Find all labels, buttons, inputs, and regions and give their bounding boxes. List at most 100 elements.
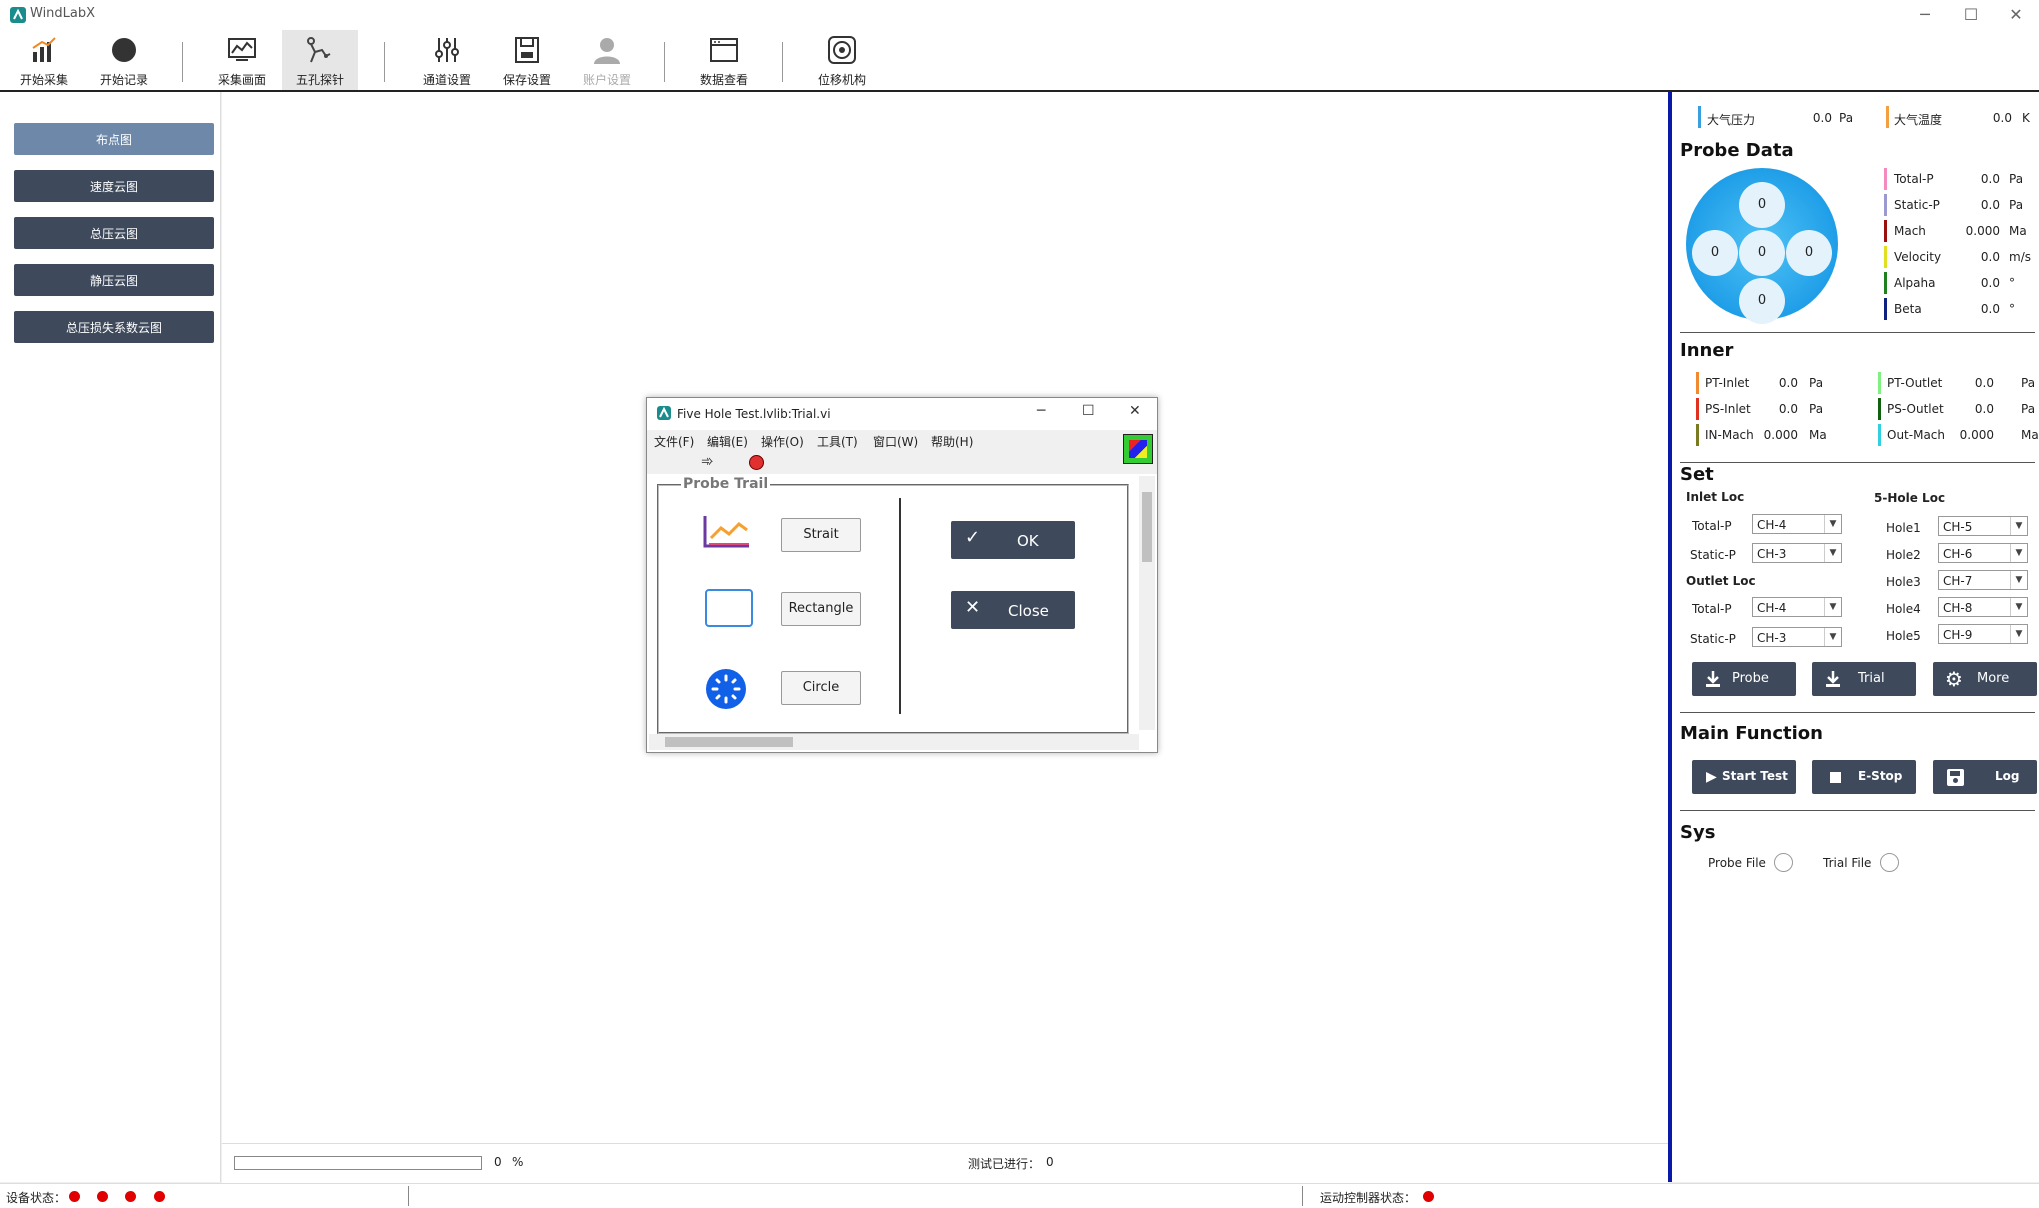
monitor-chart-icon [228, 38, 256, 61]
atm-temperature-value: 0.0 [1992, 111, 2012, 125]
log-button[interactable]: Log [1933, 760, 2037, 794]
inlet-loc-title: Inlet Loc [1686, 490, 1745, 504]
probe-data-title: Probe Data [1680, 140, 1794, 161]
hole4-select[interactable]: CH-8 ▼ [1938, 597, 2028, 617]
toolbar-start-acquire[interactable]: 开始采集 [6, 30, 82, 90]
toolbar-start-record[interactable]: 开始记录 [86, 30, 162, 90]
app-logo-icon [10, 7, 26, 23]
outlet-total-p-select[interactable]: CH-4 ▼ [1752, 597, 1842, 617]
chevron-down-icon: ▼ [1824, 515, 1841, 533]
abort-icon[interactable] [749, 455, 764, 470]
probe-hole-top: 0 [1739, 182, 1785, 228]
start-test-button[interactable]: ▶ Start Test [1692, 760, 1796, 794]
nav-layout-plot[interactable]: 布点图 [14, 123, 214, 155]
pv-bar-static-p [1884, 194, 1887, 216]
inner-value-pt-outlet: 0.0 [1974, 376, 1994, 390]
pv-value-total-p: 0.0 [1980, 172, 2000, 186]
pv-unit-static-p: Pa [2009, 198, 2024, 212]
trial-file-radio[interactable] [1880, 853, 1899, 872]
chevron-down-icon: ▼ [1824, 628, 1841, 646]
toolbar-five-hole-probe[interactable]: 五孔探针 [282, 30, 358, 90]
ok-button[interactable]: ✓ OK [951, 521, 1075, 559]
scroll-thumb[interactable] [1142, 492, 1152, 562]
hole5-select[interactable]: CH-9 ▼ [1938, 624, 2028, 644]
toolbar-channel-settings[interactable]: 通道设置 [409, 30, 485, 90]
nav-static-pressure-contour[interactable]: 静压云图 [14, 264, 214, 296]
inner-value-ps-outlet: 0.0 [1974, 402, 1994, 416]
menu-file[interactable]: 文件(F) [654, 433, 694, 450]
hole3-select[interactable]: CH-7 ▼ [1938, 570, 2028, 590]
download-icon [1706, 671, 1720, 687]
close-window-button[interactable]: ✕ [1993, 2, 2039, 28]
select-value: CH-3 [1757, 547, 1787, 561]
minimize-button[interactable]: ─ [1902, 2, 1948, 28]
toolbar-capture-view[interactable]: 采集画面 [204, 30, 280, 90]
probe-file-radio[interactable] [1774, 853, 1793, 872]
inlet-total-p-select[interactable]: CH-4 ▼ [1752, 514, 1842, 534]
bar-chart-icon [32, 37, 56, 62]
pv-unit-total-p: Pa [2009, 172, 2024, 186]
dialog-content: Probe Trail Strait Rectangle Circle ✓ OK… [649, 476, 1135, 734]
maximize-button[interactable]: ☐ [1948, 2, 1994, 28]
rectangle-button[interactable]: Rectangle [781, 592, 861, 626]
rectangle-icon [705, 589, 753, 627]
device-status-dot [125, 1191, 136, 1202]
device-status-label: 设备状态： [6, 1191, 67, 1205]
hole1-select[interactable]: CH-5 ▼ [1938, 516, 2028, 536]
select-value: CH-4 [1757, 518, 1787, 532]
vi-icon-inner [1129, 440, 1147, 458]
horizontal-scrollbar[interactable] [649, 734, 1139, 750]
window-icon [710, 38, 738, 62]
menu-help[interactable]: 帮助(H) [931, 433, 973, 450]
scroll-thumb[interactable] [665, 737, 793, 747]
pv-bar-total-p [1884, 168, 1887, 190]
nav-loss-coefficient-contour[interactable]: 总压损失系数云图 [14, 311, 214, 343]
left-nav: 布点图 速度云图 总压云图 静压云图 总压损失系数云图 [0, 92, 221, 1182]
chevron-down-icon: ▼ [2010, 598, 2027, 616]
progress-unit: % [512, 1155, 524, 1169]
chevron-down-icon: ▼ [2010, 544, 2027, 562]
dialog-menubar: 文件(F) 编辑(E) 操作(O) 工具(T) 窗口(W) 帮助(H) [647, 430, 1157, 450]
strait-button[interactable]: Strait [781, 518, 861, 552]
vertical-scrollbar[interactable] [1139, 476, 1155, 730]
dialog-maximize-button[interactable]: ☐ [1082, 403, 1095, 419]
hole2-select[interactable]: CH-6 ▼ [1938, 543, 2028, 563]
dialog-close-window-button[interactable]: ✕ [1129, 403, 1141, 419]
toolbar-save-settings[interactable]: 保存设置 [489, 30, 565, 90]
e-stop-button[interactable]: E-Stop [1812, 760, 1916, 794]
toolbar-data-view[interactable]: 数据查看 [686, 30, 762, 90]
probe-button[interactable]: Probe [1692, 662, 1796, 696]
close-button[interactable]: ✕ Close [951, 591, 1075, 629]
menu-window[interactable]: 窗口(W) [873, 433, 918, 450]
nav-velocity-contour[interactable]: 速度云图 [14, 170, 214, 202]
inner-label-pt-outlet: PT-Outlet [1887, 376, 1943, 390]
run-arrow-icon[interactable]: ➾ [701, 452, 714, 470]
status-bar: 设备状态： 运动控制器状态： [0, 1183, 2039, 1208]
pv-label-velocity: Velocity [1894, 250, 1942, 264]
pv-value-alpha: 0.0 [1980, 276, 2000, 290]
dialog-minimize-button[interactable]: ─ [1037, 403, 1045, 419]
menu-operate[interactable]: 操作(O) [761, 433, 804, 450]
nav-total-pressure-contour[interactable]: 总压云图 [14, 217, 214, 249]
toolbar-displacement[interactable]: 位移机构 [804, 30, 880, 90]
inner-bar-ps-inlet [1696, 398, 1699, 420]
inner-bar-in-mach [1696, 424, 1699, 446]
pv-unit-beta: ° [2009, 302, 2015, 316]
start-test-label: Start Test [1722, 769, 1788, 783]
set-title: Set [1680, 464, 1714, 485]
trial-button[interactable]: Trial [1812, 662, 1916, 696]
more-button[interactable]: ⚙ More [1933, 662, 2037, 696]
inner-value-out-mach: 0.000 [1959, 428, 1994, 442]
inlet-static-p-select[interactable]: CH-3 ▼ [1752, 543, 1842, 563]
outlet-static-p-select[interactable]: CH-3 ▼ [1752, 627, 1842, 647]
motion-status-label: 运动控制器状态： [1320, 1191, 1417, 1205]
progress-value: 0 [494, 1155, 502, 1169]
status-divider [1302, 1186, 1303, 1206]
pv-value-beta: 0.0 [1980, 302, 2000, 316]
circle-button[interactable]: Circle [781, 671, 861, 705]
pv-unit-mach: Ma [2009, 224, 2027, 238]
menu-edit[interactable]: 编辑(E) [707, 433, 748, 450]
toolbar-account-settings[interactable]: 账户设置 [569, 30, 645, 90]
chevron-down-icon: ▼ [1824, 544, 1841, 562]
menu-tools[interactable]: 工具(T) [817, 433, 858, 450]
